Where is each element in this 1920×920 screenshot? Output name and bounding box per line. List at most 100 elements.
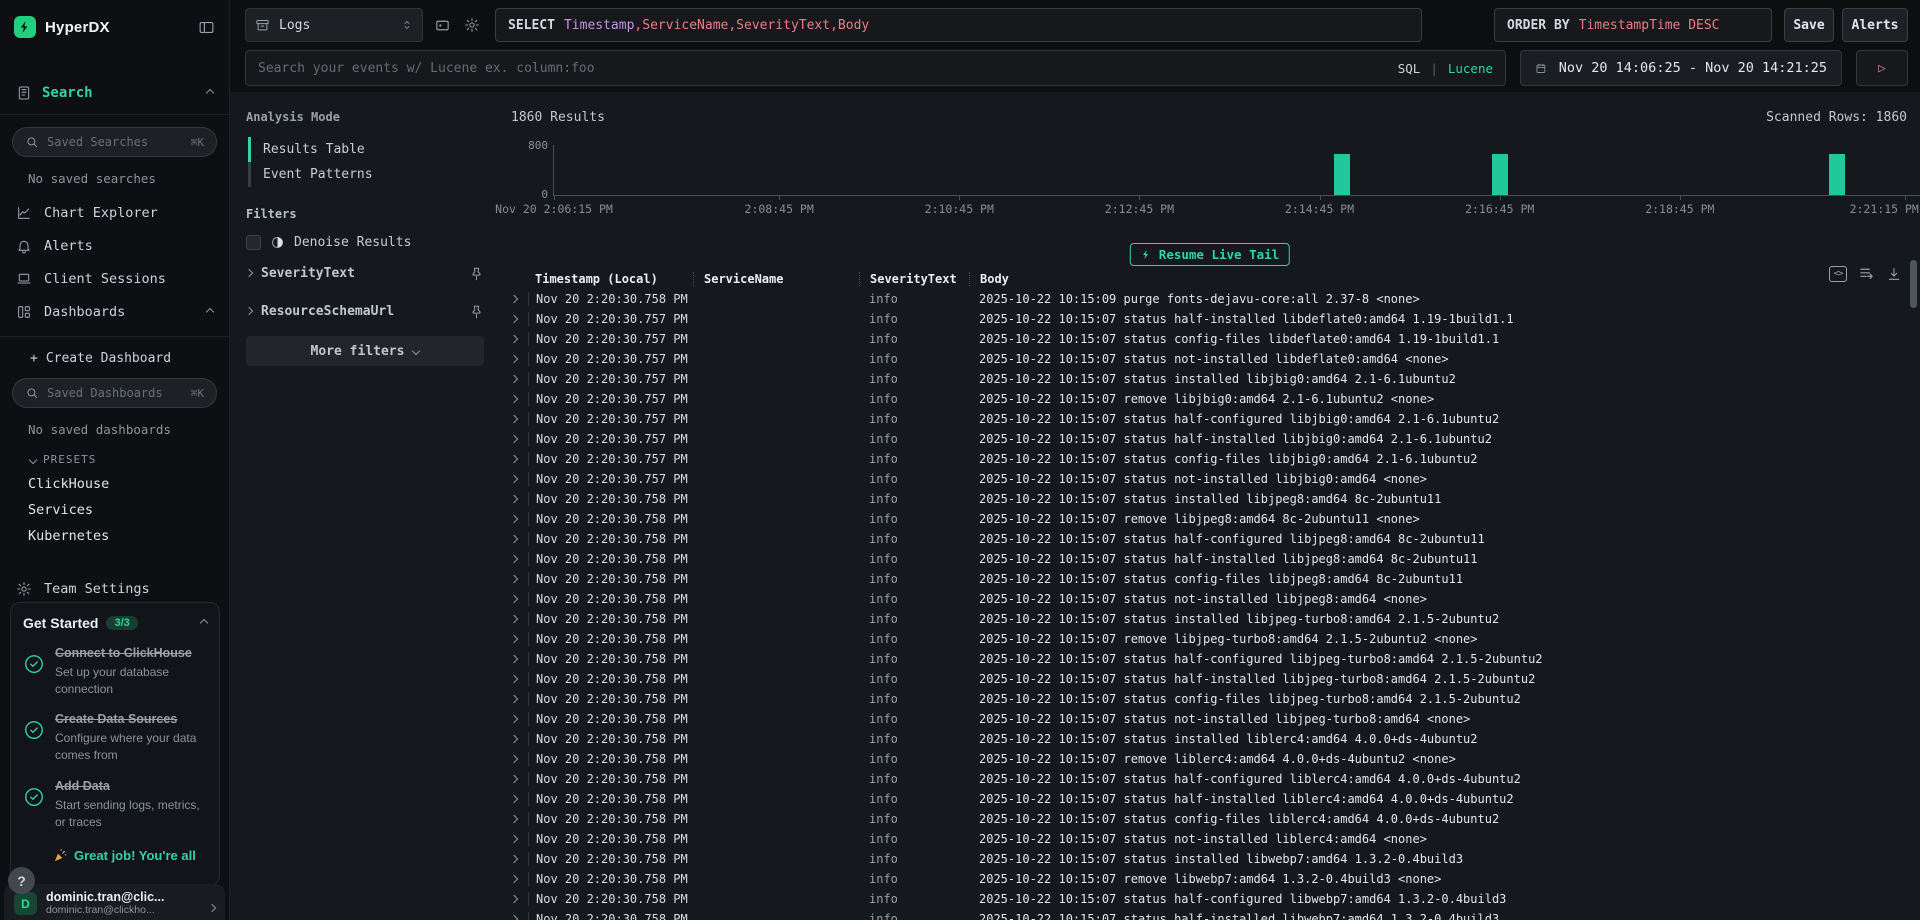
sidebar-collapse-icon[interactable] (198, 19, 215, 36)
pin-icon[interactable] (469, 266, 484, 281)
expand-row-icon[interactable] (510, 395, 518, 403)
saved-dashboards-field[interactable] (47, 386, 183, 400)
preset-kubernetes[interactable]: Kubernetes (0, 518, 229, 544)
sidebar-item-alerts[interactable]: Alerts (0, 229, 229, 262)
resume-live-tail-button[interactable]: Resume Live Tail (1130, 243, 1290, 266)
expand-row-icon[interactable] (510, 775, 518, 783)
event-search-box[interactable]: SQL | Lucene (245, 50, 1506, 86)
denoise-results-toggle[interactable]: Denoise Results (246, 235, 484, 250)
language-sql-toggle[interactable]: SQL (1398, 61, 1421, 76)
preset-services[interactable]: Services (0, 492, 229, 518)
expand-row-icon[interactable] (510, 295, 518, 303)
alerts-button[interactable]: Alerts (1842, 8, 1908, 42)
expand-row-icon[interactable] (510, 695, 518, 703)
expand-row-icon[interactable] (510, 675, 518, 683)
expand-row-icon[interactable] (510, 575, 518, 583)
save-button[interactable]: Save (1784, 8, 1834, 42)
expand-row-icon[interactable] (510, 435, 518, 443)
mode-event-patterns[interactable]: Event Patterns (248, 162, 484, 187)
expand-row-icon[interactable] (510, 615, 518, 623)
language-lucene-toggle[interactable]: Lucene (1448, 61, 1493, 76)
expand-row-icon[interactable] (510, 895, 518, 903)
table-row[interactable]: Nov 20 2:20:30.758 PM info 2025-10-22 10… (500, 849, 1906, 869)
expand-row-icon[interactable] (510, 655, 518, 663)
table-row[interactable]: Nov 20 2:20:30.758 PM info 2025-10-22 10… (500, 789, 1906, 809)
table-row[interactable]: Nov 20 2:20:30.758 PM info 2025-10-22 10… (500, 529, 1906, 549)
expand-row-icon[interactable] (510, 495, 518, 503)
expand-row-icon[interactable] (510, 855, 518, 863)
table-row[interactable]: Nov 20 2:20:30.758 PM info 2025-10-22 10… (500, 509, 1906, 529)
table-row[interactable]: Nov 20 2:20:30.757 PM info 2025-10-22 10… (500, 409, 1906, 429)
table-row[interactable]: Nov 20 2:20:30.758 PM info 2025-10-22 10… (500, 589, 1906, 609)
presets-header[interactable]: PRESETS (0, 437, 229, 466)
mode-results-table[interactable]: Results Table (248, 137, 484, 162)
sidebar-item-dashboards[interactable]: Dashboards (0, 295, 229, 328)
sidebar-item-client-sessions[interactable]: Client Sessions (0, 262, 229, 295)
table-row[interactable]: Nov 20 2:20:30.758 PM info 2025-10-22 10… (500, 889, 1906, 909)
table-row[interactable]: Nov 20 2:20:30.758 PM info 2025-10-22 10… (500, 809, 1906, 829)
table-row[interactable]: Nov 20 2:20:30.758 PM info 2025-10-22 10… (500, 749, 1906, 769)
expand-row-icon[interactable] (510, 915, 518, 920)
date-range-picker[interactable]: Nov 20 14:06:25 - Nov 20 14:21:25 (1520, 50, 1842, 86)
expand-row-icon[interactable] (510, 755, 518, 763)
table-row[interactable]: Nov 20 2:20:30.758 PM info 2025-10-22 10… (500, 769, 1906, 789)
event-search-input[interactable] (258, 61, 1388, 76)
preset-clickhouse[interactable]: ClickHouse (0, 466, 229, 492)
histogram-bar[interactable] (1334, 154, 1350, 195)
expand-row-icon[interactable] (510, 795, 518, 803)
saved-dashboards-input[interactable]: ⌘K (12, 378, 217, 408)
expand-row-icon[interactable] (510, 635, 518, 643)
expand-row-icon[interactable] (510, 835, 518, 843)
table-row[interactable]: Nov 20 2:20:30.758 PM info 2025-10-22 10… (500, 549, 1906, 569)
help-button[interactable]: ? (8, 867, 35, 894)
select-columns-input[interactable]: SELECT Timestamp ,ServiceName,SeverityTe… (495, 8, 1422, 42)
sidebar-item-chart-explorer[interactable]: Chart Explorer (0, 196, 229, 229)
expand-row-icon[interactable] (510, 815, 518, 823)
table-row[interactable]: Nov 20 2:20:30.758 PM info 2025-10-22 10… (500, 569, 1906, 589)
table-row[interactable]: Nov 20 2:20:30.757 PM info 2025-10-22 10… (500, 369, 1906, 389)
expand-row-icon[interactable] (510, 715, 518, 723)
source-select[interactable]: Logs (245, 8, 423, 42)
run-query-button[interactable]: ▷ (1856, 50, 1908, 86)
expand-row-icon[interactable] (510, 735, 518, 743)
table-row[interactable]: Nov 20 2:20:30.758 PM info 2025-10-22 10… (500, 669, 1906, 689)
expand-row-icon[interactable] (510, 455, 518, 463)
expand-row-icon[interactable] (510, 555, 518, 563)
table-row[interactable]: Nov 20 2:20:30.758 PM info 2025-10-22 10… (500, 689, 1906, 709)
denoise-checkbox[interactable] (246, 235, 261, 250)
expand-row-icon[interactable] (510, 315, 518, 323)
expand-row-icon[interactable] (510, 335, 518, 343)
more-filters-button[interactable]: More filters (246, 336, 484, 366)
table-row[interactable]: Nov 20 2:20:30.758 PM info 2025-10-22 10… (500, 649, 1906, 669)
histogram-bar[interactable] (1829, 154, 1845, 195)
events-histogram[interactable]: 800 0 Nov 20 2:06:15 PM2:08:45 PM2:10:45… (553, 145, 1920, 196)
table-row[interactable]: Nov 20 2:20:30.758 PM info 2025-10-22 10… (500, 729, 1906, 749)
table-row[interactable]: Nov 20 2:20:30.757 PM info 2025-10-22 10… (500, 449, 1906, 469)
expand-row-icon[interactable] (510, 475, 518, 483)
expand-row-icon[interactable] (510, 875, 518, 883)
table-row[interactable]: Nov 20 2:20:30.758 PM info 2025-10-22 10… (500, 629, 1906, 649)
user-profile[interactable]: D dominic.tran@clic... dominic.tran@clic… (4, 884, 225, 920)
saved-searches-input[interactable]: ⌘K (12, 127, 217, 157)
sidebar-item-team-settings[interactable]: Team Settings (0, 572, 229, 605)
table-row[interactable]: Nov 20 2:20:30.757 PM info 2025-10-22 10… (500, 329, 1906, 349)
create-dashboard-button[interactable]: + Create Dashboard (0, 337, 229, 366)
chevron-up-icon[interactable] (200, 619, 208, 627)
table-row[interactable]: Nov 20 2:20:30.757 PM info 2025-10-22 10… (500, 349, 1906, 369)
expand-row-icon[interactable] (510, 535, 518, 543)
expand-row-icon[interactable] (510, 515, 518, 523)
filter-group-severitytext[interactable]: SeverityText (246, 258, 484, 288)
table-row[interactable]: Nov 20 2:20:30.758 PM info 2025-10-22 10… (500, 289, 1906, 309)
source-field-icon[interactable] (431, 8, 453, 42)
pin-icon[interactable] (469, 304, 484, 319)
filter-group-resourceschemaurl[interactable]: ResourceSchemaUrl (246, 296, 484, 326)
expand-row-icon[interactable] (510, 355, 518, 363)
table-row[interactable]: Nov 20 2:20:30.758 PM info 2025-10-22 10… (500, 829, 1906, 849)
sidebar-item-search[interactable]: Search (0, 80, 229, 106)
source-settings-gear-icon[interactable] (461, 8, 483, 42)
table-row[interactable]: Nov 20 2:20:30.758 PM info 2025-10-22 10… (500, 609, 1906, 629)
expand-row-icon[interactable] (510, 595, 518, 603)
table-row[interactable]: Nov 20 2:20:30.758 PM info 2025-10-22 10… (500, 709, 1906, 729)
table-scrollbar-thumb[interactable] (1910, 260, 1917, 308)
saved-searches-field[interactable] (47, 135, 183, 149)
